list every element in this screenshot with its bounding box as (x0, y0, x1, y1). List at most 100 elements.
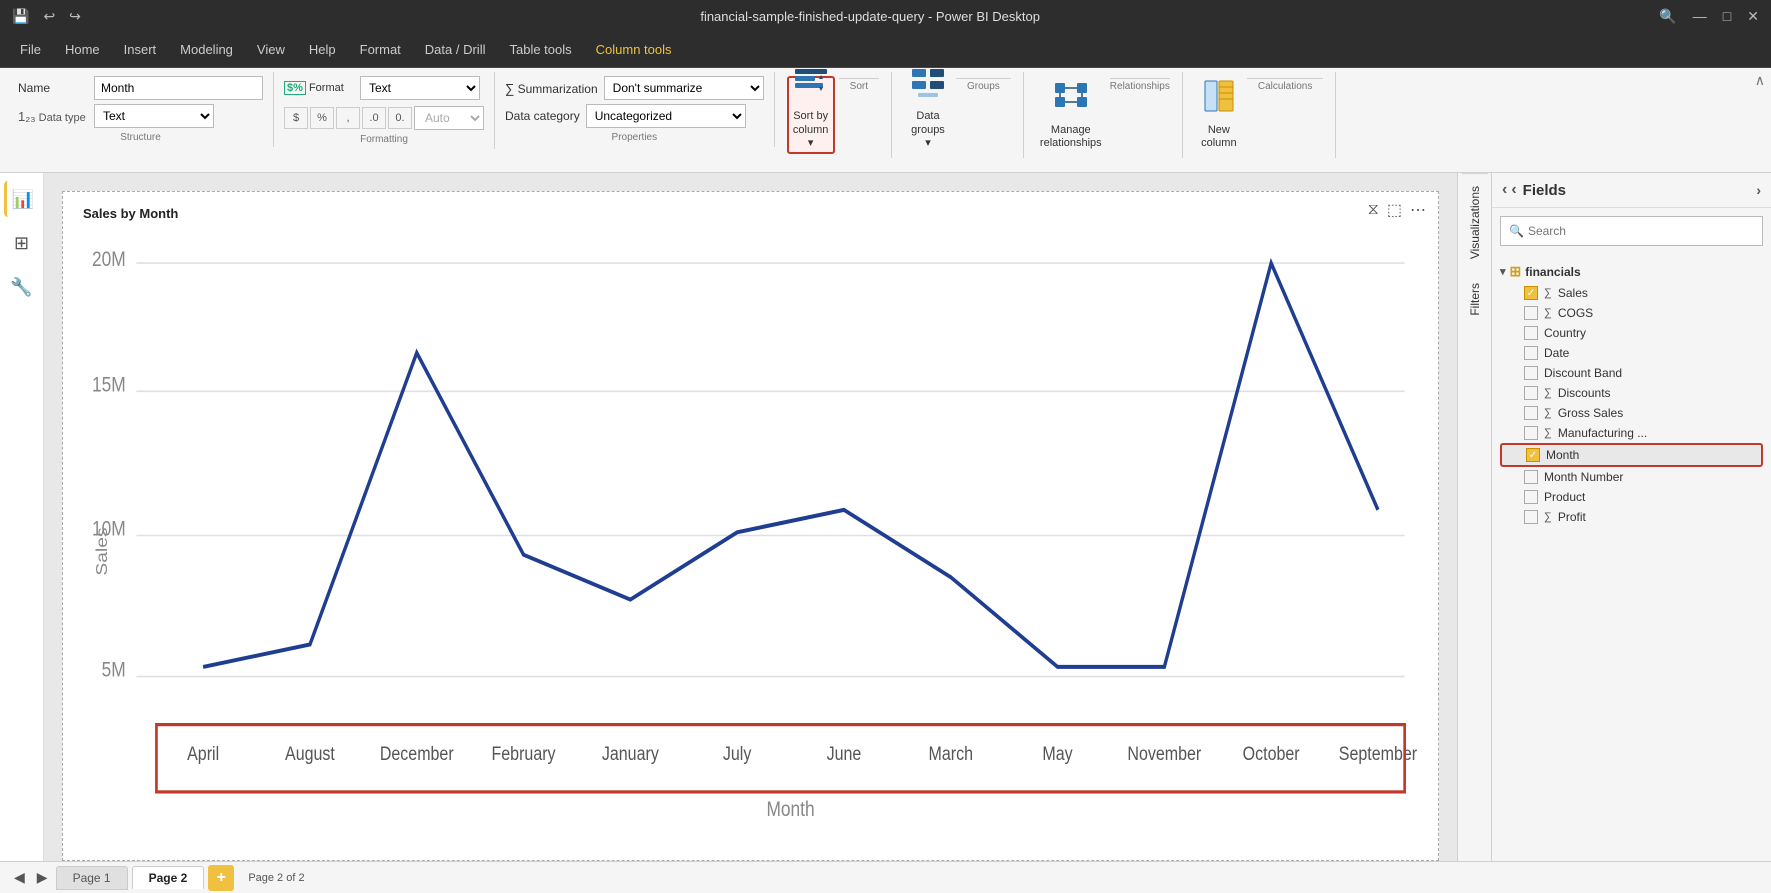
menu-format[interactable]: Format (348, 38, 413, 61)
search-titlebar-icon[interactable]: 🔍 (1659, 8, 1676, 25)
financials-header[interactable]: ▾ ⊞ financials (1500, 260, 1763, 283)
menu-view[interactable]: View (245, 38, 297, 61)
format-buttons: $ % , .0 0. Auto (284, 106, 484, 130)
ribbon-collapse-button[interactable]: ∧ (1755, 72, 1765, 89)
page-next-btn[interactable]: ▶ (33, 867, 52, 888)
field-item-date[interactable]: Date (1500, 343, 1763, 363)
undo-icon[interactable]: ↩ (43, 8, 55, 25)
field-item-country[interactable]: Country (1500, 323, 1763, 343)
new-column-button[interactable]: Newcolumn (1195, 76, 1243, 154)
filters-tab[interactable]: Filters (1462, 271, 1488, 328)
menu-file[interactable]: File (8, 38, 53, 61)
field-item-sales[interactable]: ✓ ∑ Sales (1500, 283, 1763, 303)
title-bar-title: financial-sample-finished-update-query -… (81, 9, 1659, 24)
field-checkbox-date[interactable] (1524, 346, 1538, 360)
minimize-button[interactable]: — (1693, 8, 1707, 25)
menu-column-tools[interactable]: Column tools (584, 38, 684, 61)
maximize-button[interactable]: □ (1723, 8, 1731, 25)
field-item-profit[interactable]: ∑ Profit (1500, 507, 1763, 527)
search-input[interactable] (1528, 224, 1754, 238)
field-checkbox-discount-band[interactable] (1524, 366, 1538, 380)
sigma-icon-profit: ∑ (1544, 511, 1552, 523)
datacategory-label: Data category (505, 109, 580, 123)
datatype-select[interactable]: Text Number Date (94, 104, 214, 128)
properties-label: Properties (505, 132, 764, 143)
more-toolbar-icon[interactable]: ⋯ (1410, 200, 1426, 220)
visualizations-tab[interactable]: Visualizations (1462, 173, 1488, 271)
field-item-cogs[interactable]: ∑ COGS (1500, 303, 1763, 323)
field-checkbox-month-number[interactable] (1524, 470, 1538, 484)
summarization-row: ∑ Summarization Don't summarize Sum Aver… (505, 76, 764, 100)
dollar-btn[interactable]: $ (284, 107, 308, 129)
manage-relationships-button[interactable]: Managerelationships (1036, 76, 1106, 154)
menu-help[interactable]: Help (297, 38, 348, 61)
field-checkbox-gross-sales[interactable] (1524, 406, 1538, 420)
field-label-sales: Sales (1558, 286, 1588, 300)
field-item-month-number[interactable]: Month Number (1500, 467, 1763, 487)
decrease-dec-btn[interactable]: .0 (362, 107, 386, 129)
ribbon-group-calculations: Newcolumn Calculations (1183, 72, 1336, 158)
svg-text:February: February (492, 742, 556, 764)
sidebar-data-icon[interactable]: ⊞ (4, 225, 40, 261)
sigma-icon-gross-sales: ∑ (1544, 407, 1552, 419)
menu-insert[interactable]: Insert (112, 38, 169, 61)
ribbon-group-relationships: Managerelationships Relationships (1024, 72, 1183, 158)
field-item-product[interactable]: Product (1500, 487, 1763, 507)
menu-modeling[interactable]: Modeling (168, 38, 245, 61)
field-checkbox-country[interactable] (1524, 326, 1538, 340)
data-groups-button[interactable]: Datagroups ▾ (904, 76, 952, 154)
field-checkbox-manufacturing[interactable] (1524, 426, 1538, 440)
pct-btn[interactable]: % (310, 107, 334, 129)
page-tab-2[interactable]: Page 2 (132, 866, 205, 889)
svg-text:Sales: Sales (93, 527, 111, 575)
filter-toolbar-icon[interactable]: ⧖ (1368, 201, 1379, 219)
increase-dec-btn[interactable]: 0. (388, 107, 412, 129)
field-item-discounts[interactable]: ∑ Discounts (1500, 383, 1763, 403)
format-select[interactable]: Text Number Currency (360, 76, 480, 100)
structure-label: Structure (18, 132, 263, 143)
properties-controls: ∑ Summarization Don't summarize Sum Aver… (505, 76, 764, 128)
field-item-discount-band[interactable]: Discount Band (1500, 363, 1763, 383)
redo-icon[interactable]: ↪ (69, 8, 81, 25)
page-tab-1[interactable]: Page 1 (56, 866, 128, 890)
sidebar-report-icon[interactable]: 📊 (4, 181, 40, 217)
summarization-select[interactable]: Don't summarize Sum Average Count (604, 76, 764, 100)
field-checkbox-product[interactable] (1524, 490, 1538, 504)
menu-table-tools[interactable]: Table tools (497, 38, 583, 61)
new-column-icon (1201, 79, 1237, 122)
menu-home[interactable]: Home (53, 38, 112, 61)
sort-by-column-button[interactable]: Sort bycolumn ▾ (787, 76, 835, 154)
auto-select[interactable]: Auto (414, 106, 484, 130)
name-input[interactable] (94, 76, 263, 100)
ribbon-group-sort: Sort bycolumn ▾ Sort (775, 72, 892, 158)
financials-section: ▾ ⊞ financials ✓ ∑ Sales ∑ COGS (1492, 258, 1771, 529)
comma-btn[interactable]: , (336, 107, 360, 129)
field-item-gross-sales[interactable]: ∑ Gross Sales (1500, 403, 1763, 423)
page-prev-btn[interactable]: ◀ (10, 867, 29, 888)
svg-text:November: November (1127, 742, 1201, 764)
field-checkbox-cogs[interactable] (1524, 306, 1538, 320)
field-label-month-number: Month Number (1544, 470, 1623, 484)
field-checkbox-profit[interactable] (1524, 510, 1538, 524)
right-panel: ‹ ‹ Fields › 🔍 ▾ ⊞ financials ✓ ∑ Sa (1491, 173, 1771, 861)
table-icon: ⊞ (1510, 263, 1522, 280)
close-button[interactable]: ✕ (1747, 8, 1759, 25)
field-checkbox-month[interactable]: ✓ (1526, 448, 1540, 462)
sidebar-model-icon[interactable]: 🔧 (4, 269, 40, 305)
field-checkbox-sales[interactable]: ✓ (1524, 286, 1538, 300)
fields-panel-header: ‹ ‹ Fields › (1492, 173, 1771, 208)
menu-data-drill[interactable]: Data / Drill (413, 38, 498, 61)
svg-text:January: January (602, 742, 659, 764)
focus-toolbar-icon[interactable]: ⬚ (1387, 200, 1402, 220)
nav-prev-icon[interactable]: ‹ (1502, 181, 1507, 199)
chart-toolbar: ⧖ ⬚ ⋯ (1368, 200, 1426, 220)
fields-expand-icon[interactable]: › (1756, 182, 1761, 198)
field-checkbox-discounts[interactable] (1524, 386, 1538, 400)
nav-back-icon[interactable]: ‹ (1511, 181, 1516, 199)
add-page-button[interactable]: + (208, 865, 234, 891)
field-item-month[interactable]: ✓ Month (1500, 443, 1763, 467)
field-item-manufacturing[interactable]: ∑ Manufacturing ... (1500, 423, 1763, 443)
save-icon[interactable]: 💾 (12, 8, 29, 25)
datacategory-select[interactable]: Uncategorized Address City Country (586, 104, 746, 128)
field-label-profit: Profit (1558, 510, 1586, 524)
